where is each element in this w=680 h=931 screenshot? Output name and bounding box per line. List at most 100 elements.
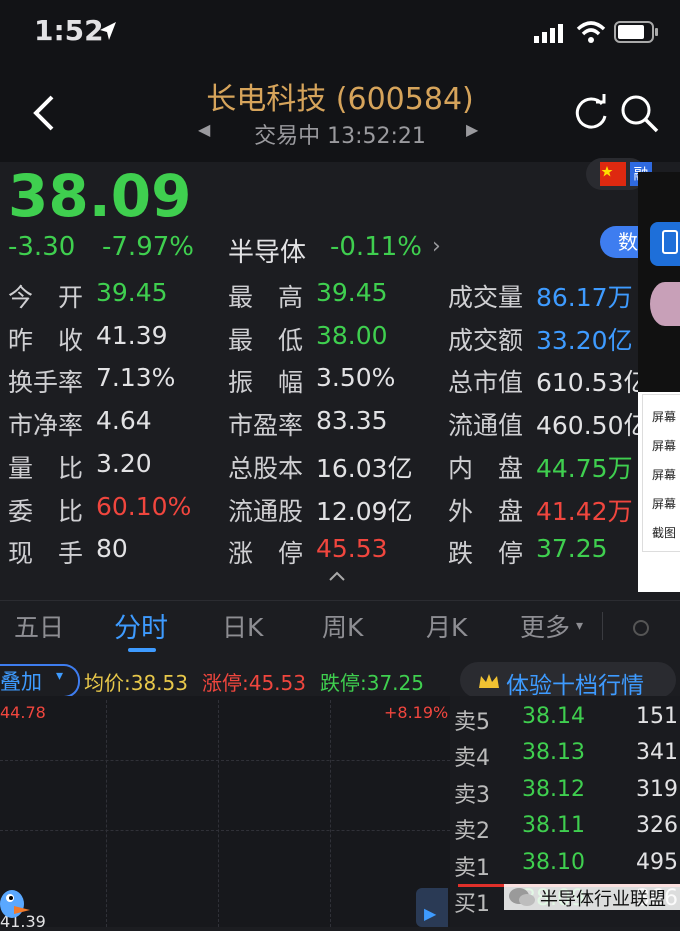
tab-monthly-k[interactable]: 月K	[426, 608, 467, 644]
stat-label: 成交额	[448, 325, 524, 355]
tab-intraday[interactable]: 分时	[114, 606, 168, 645]
limit-down: 跌停:37.25	[320, 671, 424, 695]
more-dropdown-icon: ▾	[576, 618, 584, 634]
orderbook-price: 38.14	[522, 704, 585, 729]
stat-label: 振 幅	[228, 368, 304, 398]
search-icon[interactable]	[620, 94, 660, 134]
play-icon: ▶	[424, 904, 437, 923]
mascot-icon	[0, 890, 30, 918]
orderbook-level-label: 买1	[454, 892, 490, 917]
popup-menu-item[interactable]: 屏幕	[652, 437, 676, 454]
stat-label: 总市值	[448, 368, 524, 398]
orderbook-level-label: 卖4	[454, 746, 490, 772]
stat-label: 最 低	[228, 325, 304, 355]
wechat-icon	[509, 888, 535, 906]
stat-label: 流通值	[448, 411, 524, 441]
stat-value: 83.35	[316, 406, 388, 436]
stat-label: 量 比	[8, 453, 84, 483]
watermark-text: 半导体行业联盟	[540, 889, 666, 910]
stat-label: 最 高	[228, 283, 304, 312]
orderbook-price: 38.12	[522, 776, 585, 802]
stat-label: 外 盘	[448, 496, 524, 526]
chart-high-price: 44.78	[0, 703, 46, 722]
settings-icon[interactable]	[630, 614, 652, 642]
orderbook-volume: 151	[636, 704, 678, 729]
tab-daily-k[interactable]: 日K	[222, 608, 263, 644]
orderbook-trial-label: 体验十档行情	[506, 673, 644, 699]
popup-menu-item[interactable]: 屏幕	[652, 408, 676, 425]
stat-value: 45.53	[316, 534, 388, 564]
orderbook-level-label: 卖5	[454, 710, 490, 735]
stat-value: 60.10%	[96, 491, 192, 521]
orderbook-volume: 319	[636, 776, 678, 802]
stat-label: 总股本	[228, 453, 304, 483]
stat-value: 12.09亿	[316, 496, 413, 526]
stat-value: 3.50%	[316, 363, 396, 393]
avatar[interactable]	[650, 282, 680, 326]
refresh-icon[interactable]	[572, 94, 610, 132]
stat-value: 86.17万	[536, 283, 633, 312]
stat-value: 39.45	[316, 278, 388, 307]
stat-label: 委 比	[8, 496, 84, 526]
tab-active-indicator	[128, 648, 156, 652]
stat-label: 市净率	[8, 411, 84, 441]
stat-value: 460.50亿	[536, 411, 649, 441]
tablet-icon	[662, 230, 678, 254]
stat-label: 市盈率	[228, 411, 304, 441]
stat-label: 涨 停	[228, 539, 304, 569]
sector-name[interactable]: 半导体	[228, 232, 306, 269]
popup-menu-item[interactable]: 屏幕	[652, 466, 676, 483]
orderbook-price: 38.13	[522, 740, 585, 766]
current-price: 38.09	[8, 162, 192, 230]
orderbook-level-label: 卖1	[454, 855, 490, 881]
collapse-caret-icon[interactable]	[328, 570, 346, 582]
signal-icon	[534, 24, 563, 43]
tab-5day[interactable]: 五日	[14, 608, 64, 644]
location-icon	[100, 22, 116, 40]
stat-value: 80	[96, 534, 128, 564]
crown-icon	[479, 674, 499, 688]
grid-line	[106, 700, 107, 927]
stat-value: 39.45	[96, 278, 168, 307]
tab-more[interactable]: 更多	[520, 608, 570, 644]
orderbook-price: 38.10	[522, 849, 585, 875]
intraday-chart[interactable]	[0, 696, 450, 927]
stat-value: 41.42万	[536, 496, 633, 526]
stat-value: 3.20	[96, 448, 152, 478]
wifi-icon	[576, 21, 606, 43]
status-time: 1:52	[34, 14, 104, 47]
tab-weekly-k[interactable]: 周K	[322, 608, 363, 644]
stat-value: 610.53亿	[536, 368, 649, 398]
chevron-right-icon[interactable]: ›	[432, 234, 441, 259]
china-flag-icon	[600, 162, 626, 186]
stat-value: 41.39	[96, 320, 168, 350]
orderbook-volume: 341	[636, 740, 678, 766]
stat-label: 内 盘	[448, 453, 524, 483]
chart-high-pct: +8.19%	[384, 703, 449, 722]
stat-label: 成交量	[448, 283, 524, 312]
stat-value: 44.75万	[536, 453, 633, 483]
price-change-pct: -7.97%	[102, 232, 194, 262]
overlay-button-label: 叠加	[0, 670, 42, 694]
price-change: -3.30	[8, 232, 76, 262]
stat-value: 37.25	[536, 534, 608, 564]
grid-line	[0, 830, 450, 831]
stat-label: 昨 收	[8, 325, 84, 355]
orderbook-level-label: 卖2	[454, 819, 490, 845]
stat-value: 33.20亿	[536, 325, 633, 355]
stat-label: 换手率	[8, 368, 84, 398]
orderbook-volume: 495	[636, 849, 678, 875]
stat-label: 流通股	[228, 496, 304, 526]
stat-value: 38.00	[316, 320, 388, 350]
next-stock-icon[interactable]: ▶	[466, 120, 478, 139]
tab-divider	[602, 612, 603, 640]
stat-label: 跌 停	[448, 539, 524, 569]
stat-value: 16.03亿	[316, 453, 413, 483]
sector-change[interactable]: -0.11%	[330, 232, 422, 262]
overlay-dropdown-icon: ▾	[56, 668, 64, 684]
popup-menu-item[interactable]: 屏幕	[652, 495, 676, 512]
stat-value: 4.64	[96, 406, 152, 436]
grid-line	[218, 700, 219, 927]
battery-icon	[614, 21, 658, 43]
popup-menu-item[interactable]: 截图	[652, 524, 676, 541]
